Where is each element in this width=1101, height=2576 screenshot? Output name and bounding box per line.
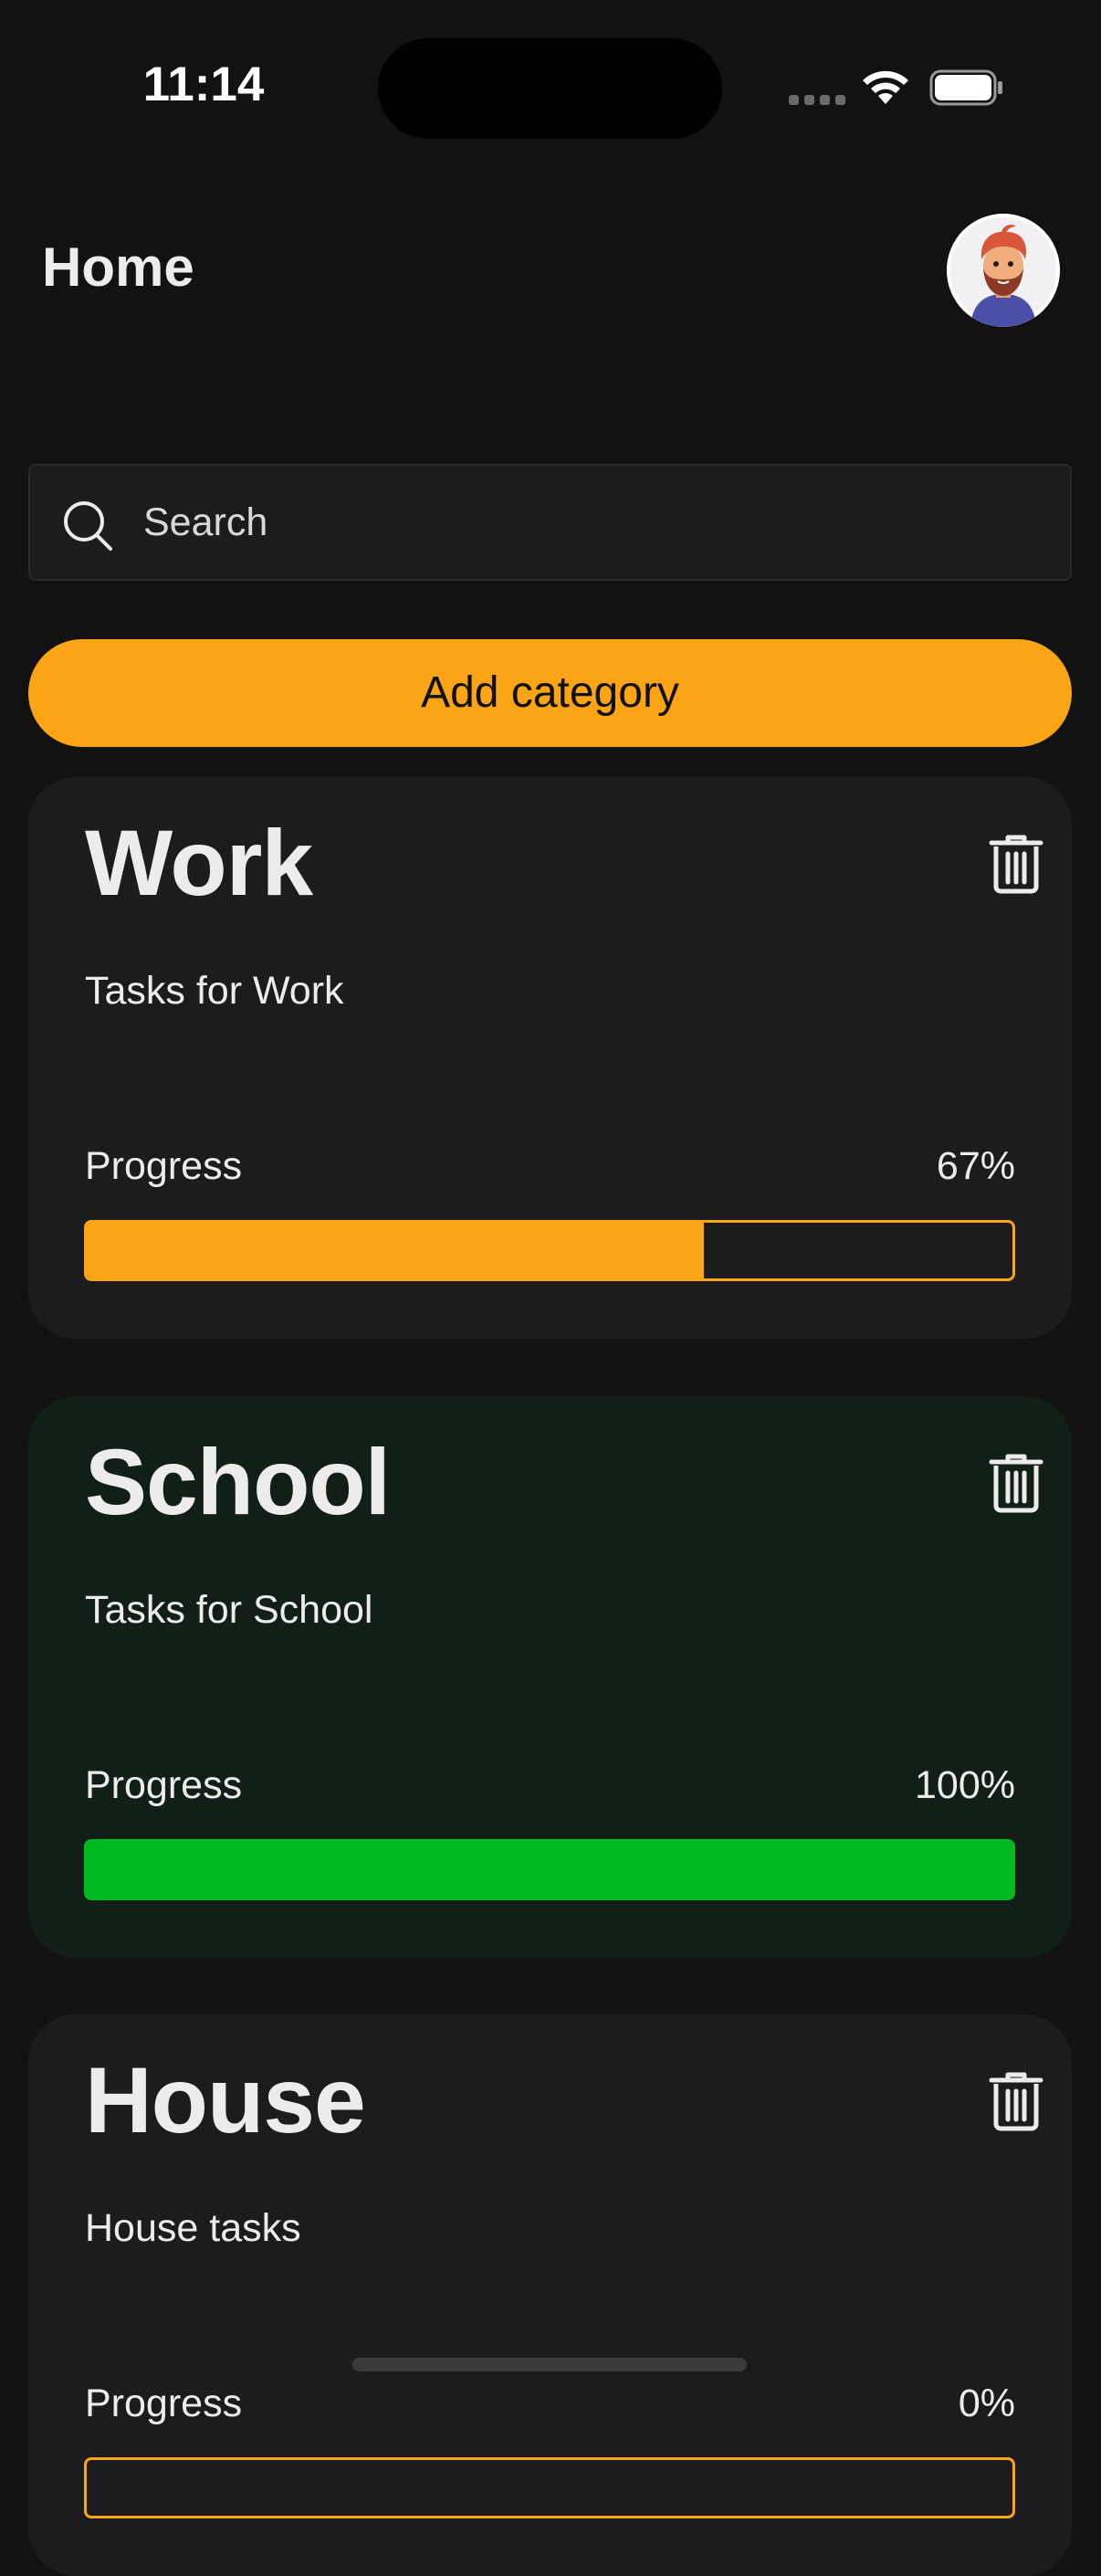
progress-bar-fill [84, 1839, 1015, 1900]
add-category-button[interactable]: Add category [28, 639, 1072, 747]
progress-bar [84, 2457, 1015, 2518]
progress-label: Progress [85, 1144, 243, 1188]
search-input[interactable] [143, 493, 1020, 552]
trash-icon[interactable] [988, 2071, 1044, 2131]
status-time: 11:14 [142, 58, 265, 111]
progress-percent: 100% [915, 1763, 1015, 1807]
progress-percent: 67% [936, 1144, 1015, 1188]
category-description: Tasks for School [85, 1588, 373, 1632]
category-card-house[interactable]: House House tasks Progress 0% [28, 2014, 1072, 2576]
progress-label: Progress [85, 1763, 243, 1807]
memoji-avatar-icon [947, 214, 1060, 327]
progress-bar-fill [87, 1223, 705, 1278]
dynamic-island [378, 38, 722, 139]
status-bar: 11:14 [0, 0, 1101, 173]
cellular-signal-icon [789, 95, 845, 105]
category-description: Tasks for Work [85, 969, 344, 1013]
battery-icon [929, 69, 1002, 106]
progress-percent: 0% [958, 2381, 1015, 2425]
progress-bar [84, 1220, 1015, 1281]
search-icon [64, 501, 112, 551]
home-indicator [352, 2358, 747, 2371]
category-title: Work [85, 811, 313, 915]
search-bar[interactable] [28, 464, 1072, 581]
wifi-icon [863, 70, 908, 104]
category-card-work[interactable]: Work Tasks for Work Progress 67% [28, 777, 1072, 1339]
profile-avatar-button[interactable] [947, 214, 1060, 327]
category-title: House [85, 2048, 366, 2152]
progress-bar [84, 1839, 1015, 1900]
category-description: House tasks [85, 2206, 301, 2250]
trash-icon[interactable] [988, 1453, 1044, 1513]
category-card-school[interactable]: School Tasks for School Progress 100% [28, 1396, 1072, 1958]
progress-label: Progress [85, 2381, 243, 2425]
category-title: School [85, 1430, 391, 1534]
trash-icon[interactable] [988, 834, 1044, 894]
page-title: Home [42, 237, 194, 298]
